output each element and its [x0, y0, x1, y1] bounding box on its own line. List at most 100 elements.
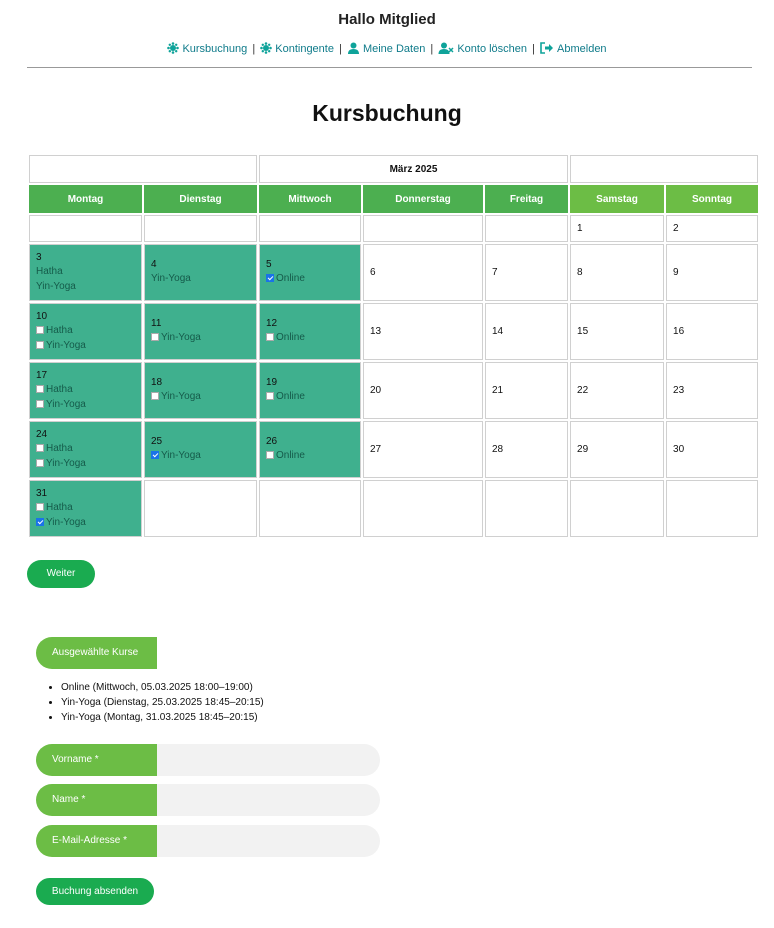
email-field: E-Mail-Adresse * [36, 825, 380, 857]
course-option[interactable]: Hatha [36, 441, 135, 456]
empty-day-cell [485, 480, 569, 537]
empty-day-cell [259, 480, 361, 537]
firstname-input[interactable] [157, 744, 380, 776]
day-number: 11 [151, 318, 162, 329]
course-name: Hatha [46, 501, 73, 513]
selected-course-item: Yin-Yoga (Dienstag, 25.03.2025 18:45–20:… [61, 695, 264, 710]
day-cell: 27 [363, 421, 483, 478]
course-option[interactable]: Yin-Yoga [151, 389, 250, 404]
day-number: 18 [151, 377, 163, 388]
month-row-spacer [29, 155, 257, 183]
nav-kursbuchung[interactable]: Kursbuchung [167, 42, 247, 55]
checkbox[interactable] [266, 451, 274, 459]
course-name: Hatha [46, 324, 73, 336]
day-cell: 11 Yin-Yoga [144, 303, 257, 360]
course-name: Hatha [36, 265, 63, 277]
nav-kontingente[interactable]: Kontingente [260, 42, 334, 55]
day-cell: 12 Online [259, 303, 361, 360]
day-cell: 28 [485, 421, 569, 478]
page-title: Kursbuchung [312, 100, 462, 126]
day-cell: 14 [485, 303, 569, 360]
day-number: 19 [266, 377, 278, 388]
selected-course-item: Online (Mittwoch, 05.03.2025 18:00–19:00… [61, 680, 264, 695]
empty-day-cell [259, 215, 361, 242]
course-option: Yin-Yoga [36, 279, 135, 294]
day-cell: 24 Hatha Yin-Yoga [29, 421, 142, 478]
course-option[interactable]: Online [266, 330, 354, 345]
selected-course-item: Yin-Yoga (Montag, 31.03.2025 18:45–20:15… [61, 710, 264, 725]
logout-icon [540, 42, 554, 57]
course-name: Yin-Yoga [46, 516, 86, 528]
checkbox[interactable] [36, 325, 44, 334]
lastname-input[interactable] [157, 784, 380, 816]
day-cell: 10 Hatha Yin-Yoga [29, 303, 142, 360]
submit-booking-button[interactable]: Buchung absenden [36, 878, 154, 905]
checkbox[interactable] [266, 333, 274, 341]
empty-day-cell [363, 215, 483, 242]
checkbox[interactable] [36, 443, 44, 452]
checkbox-checked[interactable] [36, 517, 44, 526]
course-option[interactable]: Hatha [36, 382, 135, 397]
nav-kontingente-label: Kontingente [275, 43, 334, 55]
checkbox[interactable] [36, 458, 44, 467]
course-option[interactable]: Yin-Yoga [36, 397, 135, 412]
next-button[interactable]: Weiter [27, 560, 95, 588]
checkbox[interactable] [151, 333, 159, 341]
course-name: Hatha [46, 383, 73, 395]
day-number: 14 [492, 325, 504, 337]
checkbox[interactable] [36, 502, 44, 511]
course-option[interactable]: Yin-Yoga [36, 338, 135, 353]
day-cell: 23 [666, 362, 759, 419]
day-cell: 30 [666, 421, 759, 478]
checkbox-checked[interactable] [151, 451, 159, 459]
nav-konto-loeschen[interactable]: Konto löschen [438, 42, 527, 57]
empty-day-cell [485, 215, 569, 242]
user-remove-icon [438, 42, 454, 57]
nav-meine-daten[interactable]: Meine Daten [347, 42, 426, 55]
selected-courses-header: Ausgewählte Kurse [36, 637, 157, 669]
calendar-week-row: 10 Hatha Yin-Yoga 11 Yin-Yoga 12 Online 13 14 15 1… [29, 303, 759, 360]
course-option[interactable]: Online [266, 271, 354, 286]
day-cell: 7 [485, 244, 569, 301]
checkbox-checked[interactable] [266, 274, 274, 282]
course-option[interactable]: Online [266, 389, 354, 404]
checkbox[interactable] [36, 399, 44, 408]
month-label: März 2025 [259, 155, 569, 183]
day-number: 7 [492, 266, 498, 278]
course-name: Yin-Yoga [36, 280, 76, 292]
day-cell: 17 Hatha Yin-Yoga [29, 362, 142, 419]
day-cell: 4 Yin-Yoga [144, 244, 257, 301]
nav-abmelden[interactable]: Abmelden [540, 42, 607, 57]
weekday-header: Montag [29, 185, 142, 213]
course-option[interactable]: Yin-Yoga [36, 515, 135, 530]
email-label: E-Mail-Adresse * [36, 825, 157, 857]
course-option[interactable]: Hatha [36, 500, 135, 515]
greeting-heading: Hallo Mitglied [338, 11, 436, 28]
day-number: 24 [36, 428, 48, 440]
course-option[interactable]: Online [266, 448, 354, 463]
booking-calendar: März 2025 Montag Dienstag Mittwoch Donne… [27, 153, 760, 539]
firstname-field: Vorname * [36, 744, 380, 776]
nav-meine-daten-label: Meine Daten [362, 43, 426, 55]
course-option[interactable]: Hatha [36, 323, 135, 338]
day-number: 31 [36, 487, 48, 499]
checkbox[interactable] [36, 340, 44, 349]
course-option[interactable]: Yin-Yoga [151, 330, 250, 345]
day-number: 30 [673, 443, 685, 455]
day-number: 6 [370, 266, 376, 278]
email-input[interactable] [157, 825, 380, 857]
day-number: 1 [577, 222, 583, 234]
course-name: Yin-Yoga [46, 457, 86, 469]
checkbox[interactable] [36, 384, 44, 393]
day-number: 21 [492, 384, 504, 396]
checkbox[interactable] [266, 392, 274, 400]
course-option[interactable]: Yin-Yoga [151, 448, 250, 463]
course-option[interactable]: Yin-Yoga [36, 456, 135, 471]
day-number: 25 [151, 436, 163, 447]
checkbox[interactable] [151, 392, 159, 400]
calendar-week-row: 3 Hatha Yin-Yoga 4 Yin-Yoga 5 Online 6 7 8 9 [29, 244, 759, 301]
weekday-header: Dienstag [144, 185, 257, 213]
day-cell: 25 Yin-Yoga [144, 421, 257, 478]
lastname-label: Name * [36, 784, 157, 816]
day-number: 23 [673, 384, 685, 396]
